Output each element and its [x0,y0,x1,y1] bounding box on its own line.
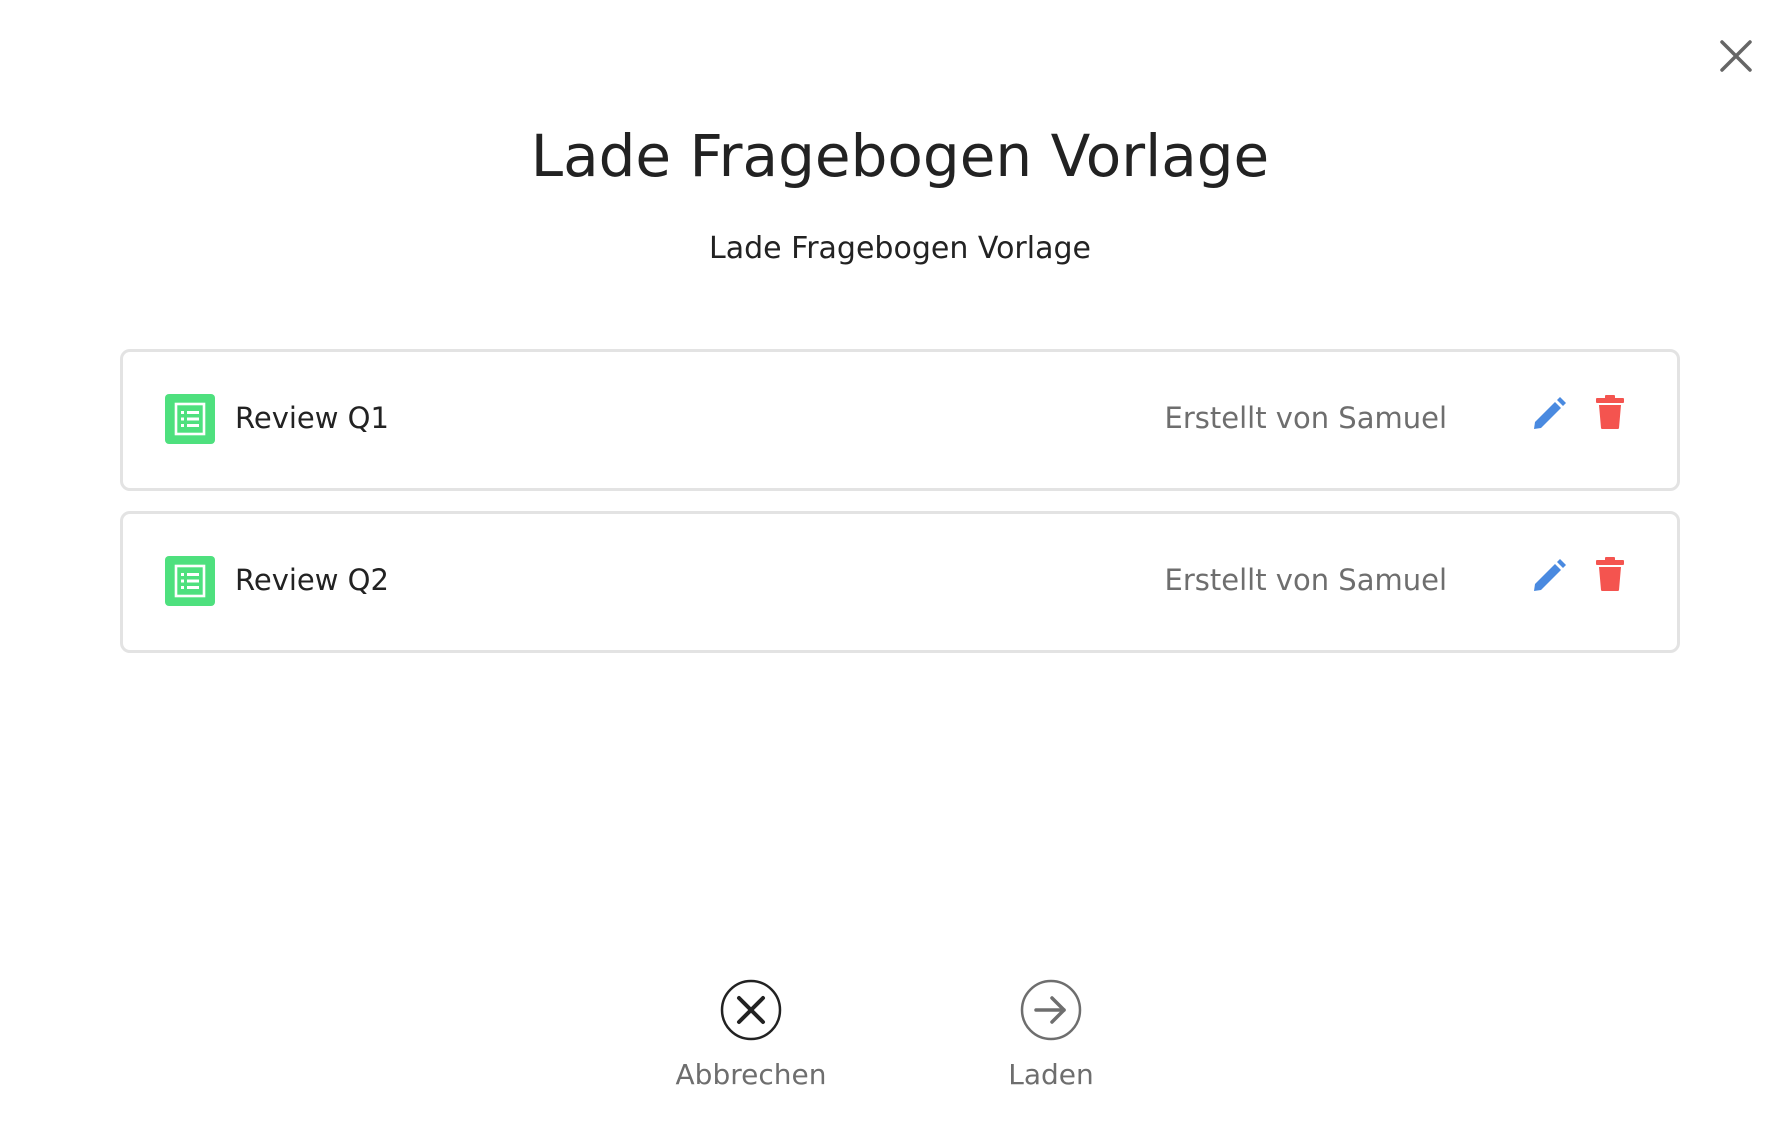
pencil-icon [1534,397,1566,429]
edit-template-button[interactable] [1531,396,1567,432]
template-item-review-q2[interactable]: Review Q2 Erstellt von Samuel [120,511,1680,653]
cancel-button[interactable]: Abbrechen [651,978,851,1094]
load-button[interactable]: Laden [951,978,1151,1094]
list-document-icon [165,394,215,444]
trash-icon [1596,557,1624,591]
template-name: Review Q1 [235,401,389,435]
delete-template-button[interactable] [1595,394,1625,430]
circle-x-icon [720,979,782,1041]
template-author: Erstellt von Samuel [1164,563,1447,597]
template-list: Review Q1 Erstellt von Samuel Review Q2 … [120,349,1680,673]
close-icon [1720,40,1752,72]
delete-template-button[interactable] [1595,556,1625,592]
load-label: Laden [1008,1058,1094,1091]
pencil-icon [1534,559,1566,591]
template-item-review-q1[interactable]: Review Q1 Erstellt von Samuel [120,349,1680,491]
edit-template-button[interactable] [1531,558,1567,594]
load-template-dialog: Lade Fragebogen Vorlage Lade Fragebogen … [0,0,1790,1124]
cancel-label: Abbrechen [675,1058,827,1091]
dialog-title: Lade Fragebogen Vorlage [530,122,1270,190]
trash-icon [1596,395,1624,429]
close-button[interactable] [1714,34,1758,78]
template-name: Review Q2 [235,563,389,597]
template-author: Erstellt von Samuel [1164,401,1447,435]
list-document-icon [165,556,215,606]
dialog-subtitle: Lade Fragebogen Vorlage [709,231,1091,266]
circle-arrow-right-icon [1020,979,1082,1041]
